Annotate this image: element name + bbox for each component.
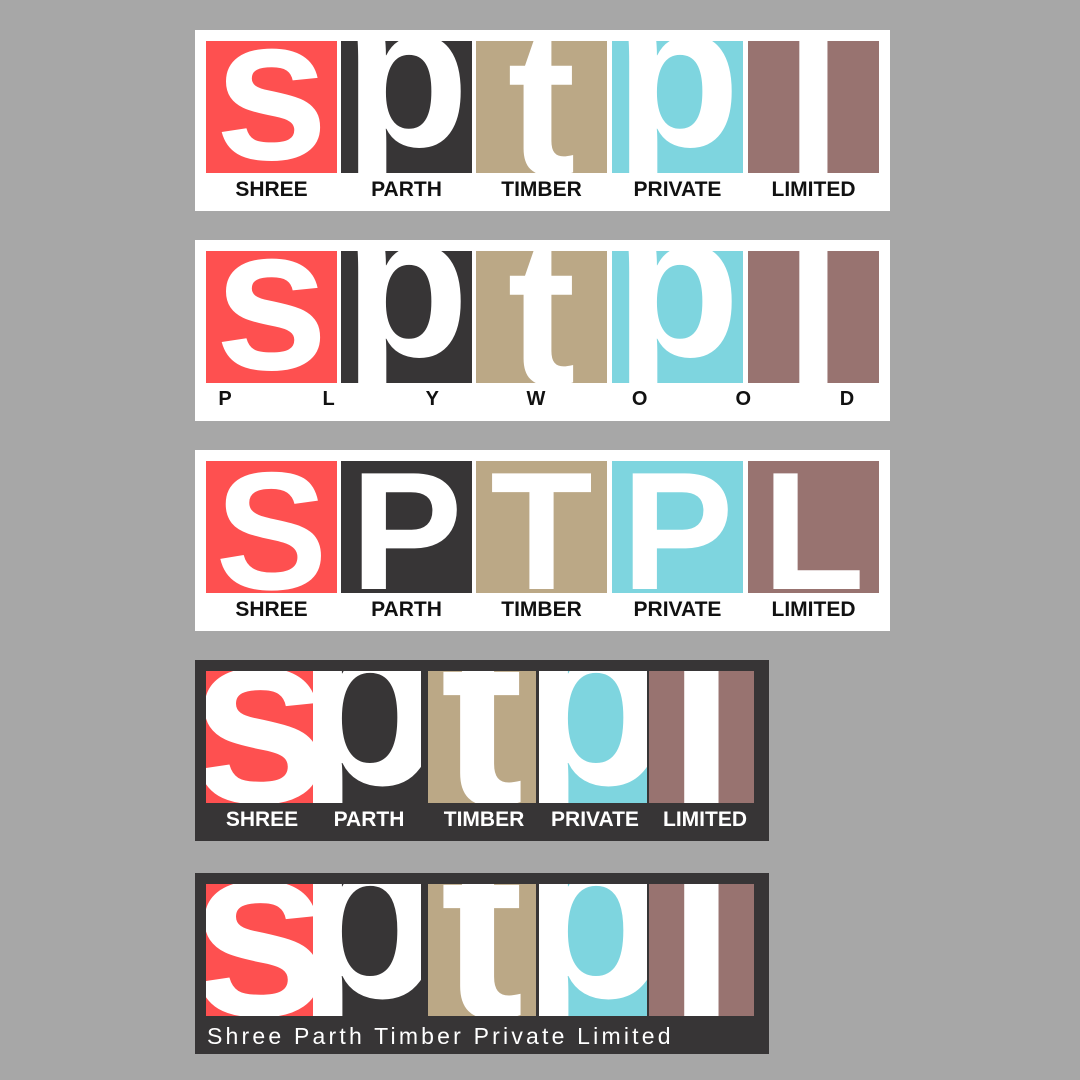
logo-label: TIMBER [501, 598, 582, 621]
logo-label: SHREE [235, 178, 308, 201]
logo-label: Y [425, 388, 439, 410]
letter-block: p [341, 251, 472, 383]
letter-block: s [206, 41, 337, 173]
logo-letter: P [621, 461, 734, 593]
logo-letter: s [206, 884, 314, 1016]
logo-letter: p [539, 884, 647, 1016]
letter-block: p [539, 671, 647, 803]
logo-label: PARTH [371, 598, 442, 621]
logo-label: PRIVATE [633, 178, 722, 201]
logo-letter: l [667, 671, 736, 803]
logo-label: PRIVATE [633, 598, 722, 621]
logo-label: PARTH [333, 808, 405, 831]
logo-tagline: Shree Parth Timber Private Limited [207, 1023, 674, 1049]
letter-block: t [428, 884, 536, 1016]
logo-label: L [322, 388, 335, 410]
logo-letter: p [313, 884, 421, 1016]
logo-card-4: sptplSHREEPARTHTIMBERPRIVATELIMITED [195, 660, 769, 841]
logo-card-3: S P T P L SHREE PARTH TIMBER PRIVATE LIMITED [195, 450, 890, 631]
logo-label: PARTH [371, 178, 442, 201]
logo-label: LIMITED [663, 808, 747, 831]
logo-card-5: sptplShree Parth Timber Private Limited [195, 873, 769, 1054]
letter-block: p [612, 41, 743, 173]
letter-block: L [748, 461, 879, 593]
logo-letter: t [440, 884, 523, 1016]
logo-letter: s [206, 671, 314, 803]
letter-block: t [476, 251, 607, 383]
logo-label: P [218, 388, 232, 410]
logo-letter: p [614, 251, 741, 383]
logo-label: D [839, 388, 855, 410]
letter-block: s [206, 251, 337, 383]
logo-label: SHREE [225, 808, 299, 831]
logo-label: PRIVATE [551, 808, 639, 831]
letter-block: l [649, 671, 754, 803]
logo-letter: P [350, 461, 463, 593]
logo-letter: t [440, 671, 523, 803]
letter-block: t [428, 671, 536, 803]
letter-block: P [612, 461, 743, 593]
logo-letter: s [214, 41, 329, 173]
logo-label: W [526, 388, 546, 410]
letter-block: T [476, 461, 607, 593]
letter-block: l [748, 41, 879, 173]
letter-block: S [206, 461, 337, 593]
logo-label: LIMITED [771, 178, 856, 201]
logo-letter: p [313, 671, 421, 803]
logo-label: SHREE [235, 598, 308, 621]
letter-block: s [206, 671, 314, 803]
logo-letter: l [785, 41, 842, 173]
logo-label: TIMBER [501, 178, 582, 201]
letter-block: p [313, 884, 421, 1016]
letter-block: P [341, 461, 472, 593]
letter-block: p [612, 251, 743, 383]
logo-label: TIMBER [443, 808, 525, 831]
logo-label: O [631, 388, 648, 410]
letter-block: t [476, 41, 607, 173]
letter-block: l [649, 884, 754, 1016]
logo-label: LIMITED [771, 598, 856, 621]
logo-letter: t [507, 41, 576, 173]
logo-letter: p [343, 251, 470, 383]
logo-letter: l [667, 884, 736, 1016]
logo-letter: S [215, 461, 328, 593]
logo-card-1: s p t p l SHREE PARTH TIMBER PRIVATE LIMITED [195, 30, 890, 211]
logo-letter: t [507, 251, 576, 383]
letter-block: l [748, 251, 879, 383]
logo-card-2: sptplPLYWOOD [195, 240, 890, 421]
letter-block: p [341, 41, 472, 173]
logo-letter: p [539, 671, 647, 803]
logo-label: O [735, 388, 752, 410]
logo-letter: l [785, 251, 842, 383]
letter-block: p [313, 671, 421, 803]
logo-letter: p [343, 41, 470, 173]
letter-block: p [539, 884, 647, 1016]
letter-block: s [206, 884, 314, 1016]
logo-letter: s [214, 251, 329, 383]
logo-letter: L [762, 461, 865, 593]
logo-letter: T [490, 461, 593, 593]
logo-letter: p [614, 41, 741, 173]
